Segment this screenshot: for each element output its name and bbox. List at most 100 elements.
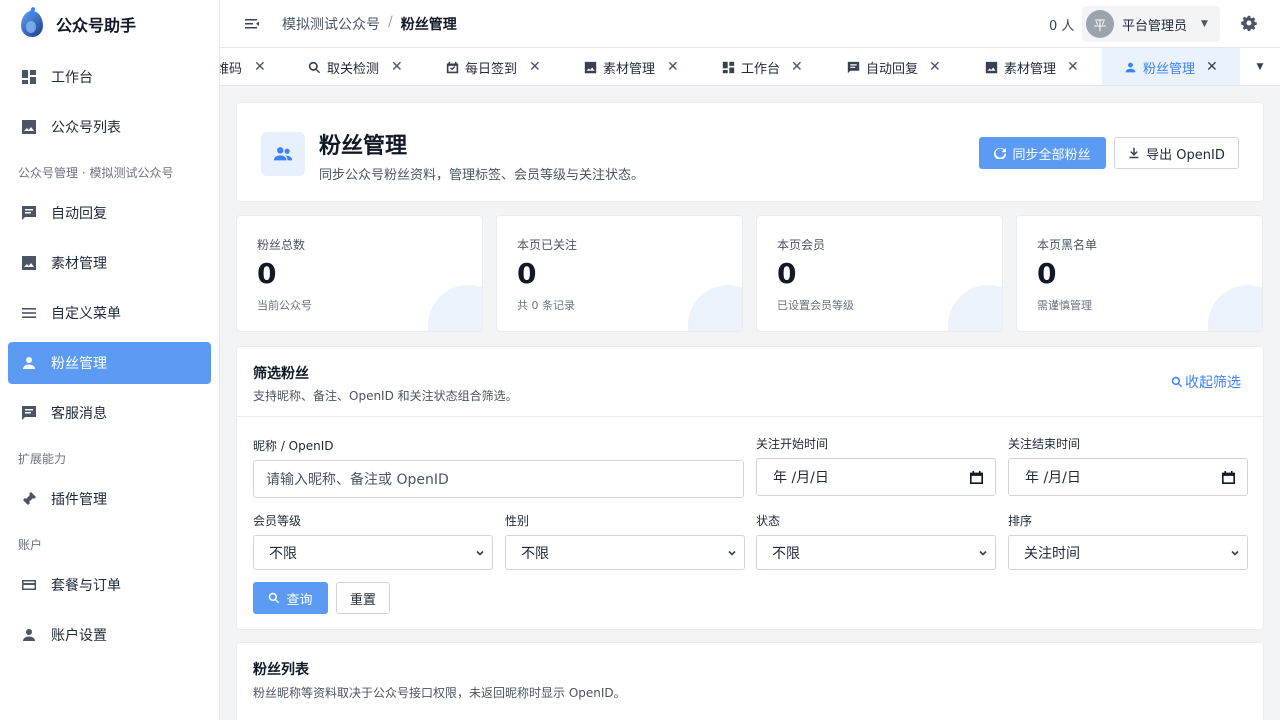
sidebar-item-auto-reply[interactable]: 自动回复 bbox=[8, 192, 211, 234]
stat-value: 0 bbox=[517, 257, 537, 290]
sort-label: 排序 bbox=[1008, 514, 1033, 528]
nickname-input[interactable]: 请输入昵称、备注或 OpenID bbox=[253, 460, 744, 498]
sidebar-item-fans[interactable]: 粉丝管理 bbox=[8, 342, 211, 384]
image-icon bbox=[584, 61, 597, 74]
sidebar-item-plans[interactable]: 套餐与订单 bbox=[8, 564, 211, 606]
chevron-down-icon: ▼ bbox=[1201, 19, 1208, 29]
tab-fans[interactable]: 粉丝管理 ✕ bbox=[1102, 48, 1240, 85]
tab-daily-checkin[interactable]: 每日签到 ✕ bbox=[446, 48, 554, 85]
sidebar-item-accounts[interactable]: 公众号列表 bbox=[8, 106, 211, 148]
users-icon bbox=[261, 132, 305, 176]
breadcrumb-current: 粉丝管理 bbox=[400, 17, 457, 33]
tab-label: 素材管理 bbox=[1004, 61, 1057, 77]
sidebar-item-materials[interactable]: 素材管理 bbox=[8, 242, 211, 284]
status-select[interactable]: 不限 bbox=[756, 535, 996, 570]
close-icon[interactable]: ✕ bbox=[929, 59, 941, 75]
tab-qrcode[interactable]: 维码 ✕ bbox=[220, 48, 282, 85]
brand-name: 公众号助手 bbox=[56, 16, 137, 35]
follow-start-date-input[interactable]: 年 /月/日 bbox=[756, 458, 996, 496]
close-icon[interactable]: ✕ bbox=[391, 59, 403, 75]
sync-all-fans-button[interactable]: 同步全部粉丝 bbox=[979, 137, 1106, 169]
close-icon[interactable]: ✕ bbox=[254, 59, 266, 75]
status-label: 状态 bbox=[756, 514, 781, 528]
gender-value: 不限 bbox=[521, 545, 549, 562]
sidebar-item-account-settings[interactable]: 账户设置 bbox=[8, 614, 211, 656]
tab-dashboard[interactable]: 工作台 ✕ bbox=[722, 48, 818, 85]
user-menu[interactable]: 平 平台管理员 ▼ bbox=[1082, 6, 1220, 42]
export-openid-button[interactable]: 导出 OpenID bbox=[1114, 137, 1239, 169]
tab-materials[interactable]: 素材管理 ✕ bbox=[584, 48, 692, 85]
chevron-down-icon bbox=[978, 546, 988, 556]
image-icon bbox=[21, 255, 37, 271]
close-icon[interactable]: ✕ bbox=[667, 59, 679, 75]
sidebar-item-label: 套餐与订单 bbox=[51, 578, 121, 594]
message-icon bbox=[21, 405, 37, 421]
gender-select[interactable]: 不限 bbox=[505, 535, 745, 570]
close-icon[interactable]: ✕ bbox=[1206, 59, 1218, 75]
user-name: 平台管理员 bbox=[1122, 18, 1188, 34]
sort-value: 关注时间 bbox=[1024, 545, 1080, 562]
decorative-circle bbox=[1208, 285, 1262, 331]
collapse-filter-link[interactable]: 收起筛选 bbox=[1171, 372, 1241, 392]
reset-button[interactable]: 重置 bbox=[336, 582, 390, 614]
sync-all-fans-label: 同步全部粉丝 bbox=[1012, 147, 1091, 163]
sort-select[interactable]: 关注时间 bbox=[1008, 535, 1248, 570]
tab-materials-2[interactable]: 素材管理 ✕ bbox=[985, 48, 1093, 85]
date-placeholder: 年 /月/日 bbox=[773, 470, 829, 486]
person-icon bbox=[21, 627, 37, 643]
breadcrumb: 模拟测试公众号 / 粉丝管理 bbox=[282, 14, 457, 34]
sidebar-item-label: 粉丝管理 bbox=[51, 356, 107, 372]
nickname-placeholder: 请输入昵称、备注或 OpenID bbox=[266, 472, 449, 488]
gender-label: 性别 bbox=[505, 514, 530, 528]
stat-value: 0 bbox=[777, 257, 797, 290]
tab-auto-reply[interactable]: 自动回复 ✕ bbox=[847, 48, 955, 85]
person-icon bbox=[1124, 61, 1137, 74]
close-icon[interactable]: ✕ bbox=[791, 59, 803, 75]
calendar-check-icon bbox=[446, 61, 459, 74]
query-button[interactable]: 查询 bbox=[253, 582, 328, 614]
sidebar-item-plugins[interactable]: 插件管理 bbox=[8, 478, 211, 520]
tab-label: 每日签到 bbox=[465, 61, 518, 77]
follow-start-label: 关注开始时间 bbox=[756, 437, 829, 451]
tab-more-dropdown[interactable]: ▼ bbox=[1240, 48, 1280, 85]
page-header-card: 粉丝管理 同步公众号粉丝资料，管理标签、会员等级与关注状态。 同步全部粉丝 导出… bbox=[236, 102, 1264, 202]
follow-end-date-input[interactable]: 年 /月/日 bbox=[1008, 458, 1248, 496]
tab-label: 维码 bbox=[220, 61, 243, 77]
stat-value: 0 bbox=[257, 257, 277, 290]
gear-icon[interactable] bbox=[1241, 15, 1257, 32]
topbar: 模拟测试公众号 / 粉丝管理 0 人 平 平台管理员 ▼ bbox=[220, 0, 1280, 48]
filter-description: 支持昵称、备注、OpenID 和关注状态组合筛选。 bbox=[253, 389, 518, 403]
page-title: 粉丝管理 bbox=[319, 134, 408, 159]
tab-label: 自动回复 bbox=[866, 61, 919, 77]
sidebar-item-custom-menu[interactable]: 自定义菜单 bbox=[8, 292, 211, 334]
download-icon bbox=[1129, 147, 1139, 159]
sidebar-item-label: 自动回复 bbox=[51, 206, 107, 222]
member-level-value: 不限 bbox=[269, 545, 297, 562]
breadcrumb-account[interactable]: 模拟测试公众号 bbox=[282, 14, 380, 34]
calendar-icon[interactable] bbox=[970, 471, 983, 484]
filter-title: 筛选粉丝 bbox=[253, 366, 309, 382]
member-level-label: 会员等级 bbox=[253, 514, 302, 528]
close-icon[interactable]: ✕ bbox=[529, 59, 541, 75]
nickname-label: 昵称 / OpenID bbox=[253, 439, 334, 453]
stat-card-total-fans: 粉丝总数 0 当前公众号 bbox=[236, 215, 483, 332]
menu-toggle-icon[interactable] bbox=[244, 16, 260, 32]
chevron-down-icon bbox=[475, 546, 485, 556]
calendar-icon[interactable] bbox=[1222, 471, 1235, 484]
breadcrumb-separator: / bbox=[388, 14, 393, 30]
tab-unfollow-check[interactable]: 取关检测 ✕ bbox=[308, 48, 416, 85]
online-user-count: 0 人 bbox=[1049, 19, 1075, 34]
fan-list-card: 粉丝列表 粉丝昵称等资料取决于公众号接口权限，未返回昵称时显示 OpenID。 bbox=[236, 642, 1264, 720]
decorative-circle bbox=[688, 285, 742, 331]
close-icon[interactable]: ✕ bbox=[1067, 59, 1079, 75]
chevron-down-icon bbox=[1230, 546, 1240, 556]
message-icon bbox=[847, 61, 860, 74]
query-label: 查询 bbox=[286, 592, 313, 608]
member-level-select[interactable]: 不限 bbox=[253, 535, 493, 570]
decorative-circle bbox=[428, 285, 482, 331]
sidebar-item-customer-service[interactable]: 客服消息 bbox=[8, 392, 211, 434]
sidebar-item-dashboard[interactable]: 工作台 bbox=[8, 56, 211, 98]
sidebar-item-label: 公众号列表 bbox=[51, 120, 121, 136]
tab-label: 粉丝管理 bbox=[1143, 61, 1196, 77]
sidebar-section-title: 公众号管理 · 模拟测试公众号 bbox=[18, 166, 174, 180]
